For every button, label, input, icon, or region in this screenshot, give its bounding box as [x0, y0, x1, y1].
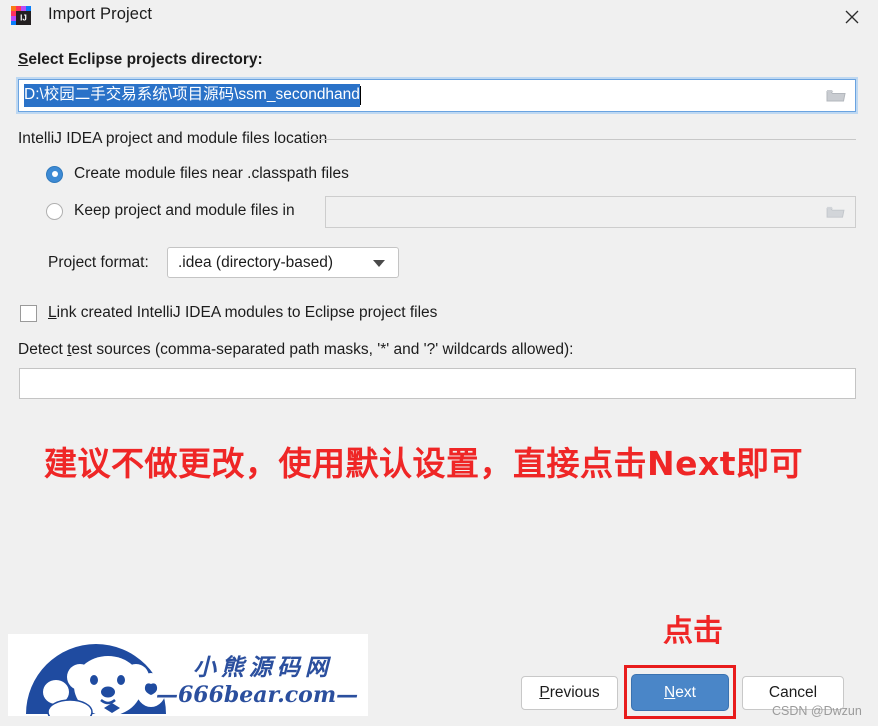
site-logo-banner: 小熊源码网 —666bear.com— — [8, 634, 368, 716]
window-title: Import Project — [48, 5, 153, 23]
link-modules-checkbox[interactable]: Link created IntelliJ IDEA modules to Ec… — [20, 304, 437, 322]
previous-button-label: Previous — [539, 684, 600, 701]
close-icon[interactable] — [825, 0, 878, 33]
keep-files-location-input[interactable] — [325, 196, 856, 228]
logo-url: —666bear.com— — [156, 682, 359, 708]
intellij-idea-icon: IJ — [10, 4, 34, 28]
checkbox-unchecked-icon — [20, 304, 37, 322]
radio-create-near-classpath[interactable]: Create module files near .classpath file… — [46, 165, 349, 183]
radio-unselected-icon — [46, 202, 63, 220]
next-button[interactable]: Next — [631, 674, 729, 711]
text-caret — [359, 86, 361, 105]
svg-text:IJ: IJ — [20, 14, 27, 23]
path-selected-text: D:\校园二手交易系统\项目源码\ssm_secondhand — [24, 83, 360, 108]
annotation-main-note: 建议不做更改，使用默认设置，直接点击Next即可 — [44, 444, 804, 483]
project-format-label: Project format: — [48, 254, 149, 271]
folder-icon[interactable] — [821, 84, 851, 108]
csdn-watermark: CSDN @Dwzun — [772, 704, 862, 718]
checkbox-label: Link created IntelliJ IDEA modules to Ec… — [48, 304, 438, 321]
annotation-click-note: 点击 — [663, 614, 723, 649]
title-bar: IJ Import Project — [0, 0, 878, 33]
detect-test-sources-input[interactable] — [19, 368, 856, 399]
previous-button[interactable]: Previous — [521, 676, 618, 710]
logo-title-cn: 小熊源码网 — [193, 655, 333, 681]
radio-selected-icon — [46, 165, 63, 183]
next-button-label: Next — [664, 683, 696, 701]
project-format-select[interactable]: .idea (directory-based) — [167, 247, 399, 278]
radio-label: Keep project and module files in — [74, 202, 295, 219]
radio-label: Create module files near .classpath file… — [74, 165, 349, 182]
chevron-down-icon — [373, 260, 385, 267]
project-format-value: .idea (directory-based) — [178, 253, 334, 271]
path-label: Select Eclipse projects directory: — [18, 51, 263, 68]
radio-keep-project-files[interactable]: Keep project and module files in — [46, 202, 295, 220]
detect-test-sources-label: Detect test sources (comma-separated pat… — [18, 341, 574, 358]
group-separator — [310, 139, 856, 140]
cancel-button-label: Cancel — [768, 684, 818, 701]
group-label: IntelliJ IDEA project and module files l… — [18, 130, 328, 147]
eclipse-directory-input[interactable]: D:\校园二手交易系统\项目源码\ssm_secondhand — [18, 79, 856, 112]
folder-icon[interactable] — [821, 201, 849, 223]
import-project-dialog: IJ Import Project Select Eclipse project… — [0, 0, 878, 726]
